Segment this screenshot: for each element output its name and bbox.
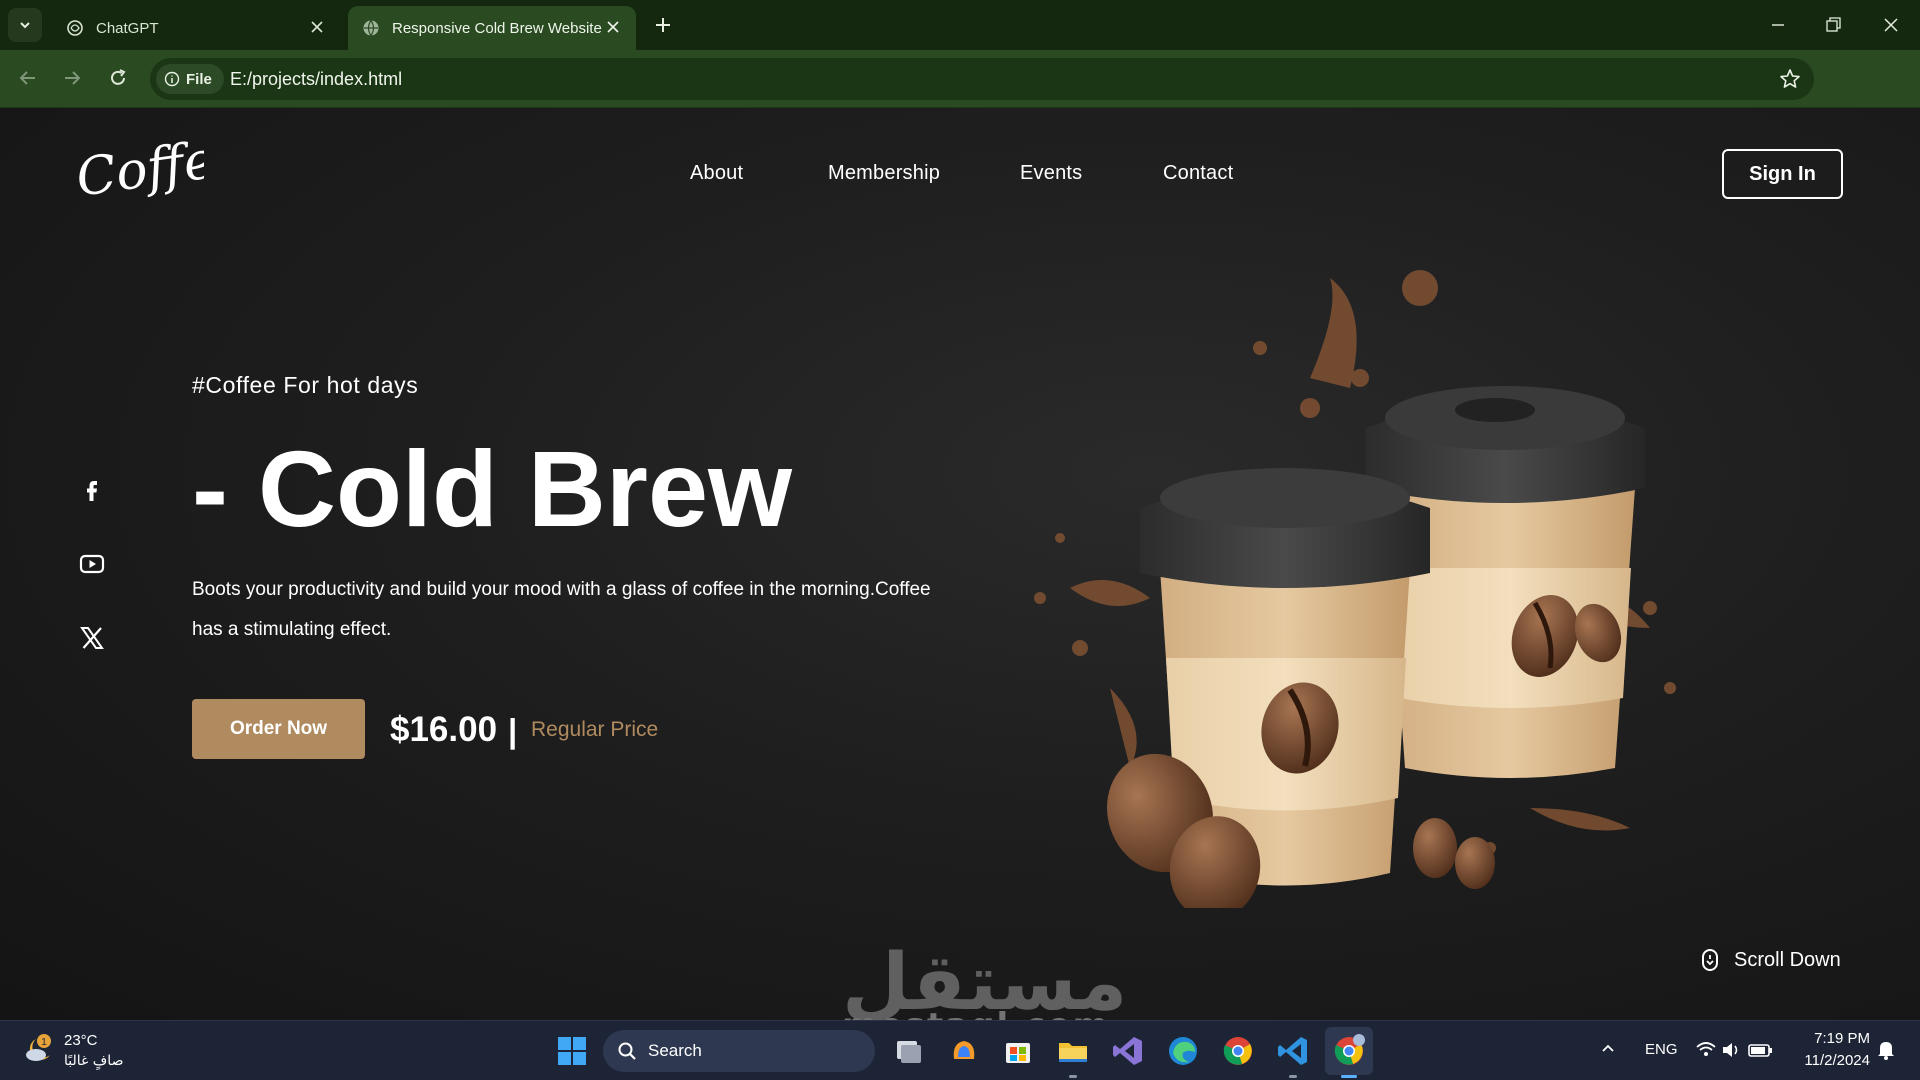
browser-tab-strip: ChatGPT Responsive Cold Brew Website bbox=[0, 0, 1920, 50]
running-indicator bbox=[1069, 1075, 1077, 1078]
forward-arrow-icon[interactable] bbox=[58, 64, 86, 92]
close-tab-icon[interactable] bbox=[604, 18, 622, 36]
facebook-icon[interactable] bbox=[78, 476, 106, 504]
weather-moon-cloud-icon[interactable]: 1 bbox=[22, 1033, 56, 1067]
nav-membership[interactable]: Membership bbox=[828, 162, 940, 185]
copilot-icon[interactable] bbox=[946, 1033, 982, 1069]
web-page: Coffee About Membership Events Contact S… bbox=[0, 108, 1920, 1020]
coffee-bean bbox=[1455, 837, 1495, 889]
price-separator: | bbox=[508, 712, 518, 749]
running-indicator bbox=[1289, 1075, 1297, 1078]
coffee-bean bbox=[1413, 818, 1457, 878]
price-value: $16.00 bbox=[390, 710, 498, 749]
tab-search-button[interactable] bbox=[8, 8, 42, 42]
scroll-down-label: Scroll Down bbox=[1734, 948, 1841, 971]
globe-icon bbox=[363, 20, 379, 36]
store-icon[interactable] bbox=[1000, 1033, 1036, 1069]
watermark-arabic: مستقل bbox=[842, 938, 1128, 1020]
x-icon[interactable] bbox=[78, 624, 106, 652]
chrome-profile-icon[interactable] bbox=[1331, 1033, 1367, 1069]
browser-toolbar: File E:/projects/index.html M bbox=[0, 50, 1920, 142]
hero-title: - Cold Brew bbox=[192, 428, 793, 549]
language-indicator[interactable]: ENG bbox=[1645, 1041, 1678, 1058]
weather-temperature[interactable]: 23°C bbox=[64, 1032, 98, 1049]
back-arrow-icon[interactable] bbox=[14, 64, 42, 92]
url-text[interactable]: E:/projects/index.html bbox=[230, 69, 402, 90]
address-bar[interactable]: File E:/projects/index.html bbox=[150, 58, 1814, 100]
nav-contact[interactable]: Contact bbox=[1163, 162, 1233, 185]
tab-chatgpt[interactable]: ChatGPT bbox=[52, 6, 340, 50]
order-now-button[interactable]: Order Now bbox=[192, 699, 365, 759]
hero-tagline: #Coffee For hot days bbox=[192, 372, 419, 398]
weather-badge: 1 bbox=[41, 1037, 47, 1048]
coffee-cups-illustration bbox=[1034, 270, 1676, 908]
file-label: File bbox=[186, 70, 212, 88]
mouse-icon bbox=[1702, 949, 1718, 971]
weather-description[interactable]: صافٍ غالبًا bbox=[64, 1053, 123, 1069]
clock-time[interactable]: 7:19 PM bbox=[1790, 1030, 1870, 1047]
battery-icon bbox=[1748, 1044, 1772, 1057]
search-icon bbox=[618, 1042, 636, 1060]
chrome-icon[interactable] bbox=[1220, 1033, 1256, 1069]
vscode-icon[interactable] bbox=[1275, 1033, 1311, 1069]
task-view-icon[interactable] bbox=[891, 1033, 927, 1069]
sign-in-button[interactable]: Sign In bbox=[1722, 149, 1843, 199]
clock-date[interactable]: 11/2/2024 bbox=[1780, 1052, 1870, 1069]
watermark-latin: mostaql.com bbox=[842, 1006, 1108, 1020]
restore-icon[interactable] bbox=[1818, 10, 1848, 40]
close-window-icon[interactable] bbox=[1876, 10, 1906, 40]
notification-bell-icon[interactable] bbox=[1876, 1039, 1896, 1061]
file-explorer-icon[interactable] bbox=[1055, 1033, 1091, 1069]
tab-title: Responsive Cold Brew Website bbox=[392, 19, 602, 37]
close-tab-icon[interactable] bbox=[308, 18, 326, 36]
wifi-icon bbox=[1696, 1042, 1716, 1056]
hero-description: Boots your productivity and build your m… bbox=[192, 579, 931, 640]
chevron-up-icon[interactable] bbox=[1600, 1040, 1616, 1056]
price-label: Regular Price bbox=[531, 718, 659, 741]
system-tray-icons[interactable] bbox=[1695, 1039, 1775, 1061]
tab-title: ChatGPT bbox=[96, 19, 159, 37]
info-icon bbox=[164, 71, 180, 87]
windows-start-icon[interactable] bbox=[556, 1035, 588, 1067]
new-tab-icon[interactable] bbox=[650, 12, 676, 38]
youtube-icon[interactable] bbox=[78, 550, 106, 578]
windows-taskbar: 1 23°C صافٍ غالبًا Search ENG 7:19 PM 11… bbox=[0, 1020, 1920, 1080]
chevron-down-icon bbox=[20, 22, 30, 29]
tab-cold-brew[interactable]: Responsive Cold Brew Website bbox=[348, 6, 636, 50]
chatgpt-icon bbox=[67, 20, 83, 36]
minimize-icon[interactable] bbox=[1763, 10, 1793, 40]
nav-about[interactable]: About bbox=[690, 162, 743, 185]
site-info-chip[interactable]: File bbox=[156, 64, 224, 94]
mostaql-watermark: مستقل mostaql.com bbox=[842, 938, 1128, 1020]
scroll-down-link[interactable]: Scroll Down bbox=[1700, 948, 1841, 972]
coffee-logo[interactable]: Coffee bbox=[74, 130, 204, 210]
edge-icon[interactable] bbox=[1165, 1033, 1201, 1069]
search-label: Search bbox=[648, 1041, 702, 1060]
nav-events[interactable]: Events bbox=[1020, 162, 1082, 185]
bookmark-star-icon[interactable] bbox=[1778, 67, 1802, 91]
active-indicator bbox=[1341, 1075, 1357, 1078]
visual-studio-icon[interactable] bbox=[1110, 1033, 1146, 1069]
taskbar-search[interactable]: Search bbox=[603, 1030, 875, 1072]
reload-icon[interactable] bbox=[104, 64, 132, 92]
volume-icon bbox=[1723, 1043, 1738, 1057]
logo-text: Coffee bbox=[74, 130, 204, 209]
